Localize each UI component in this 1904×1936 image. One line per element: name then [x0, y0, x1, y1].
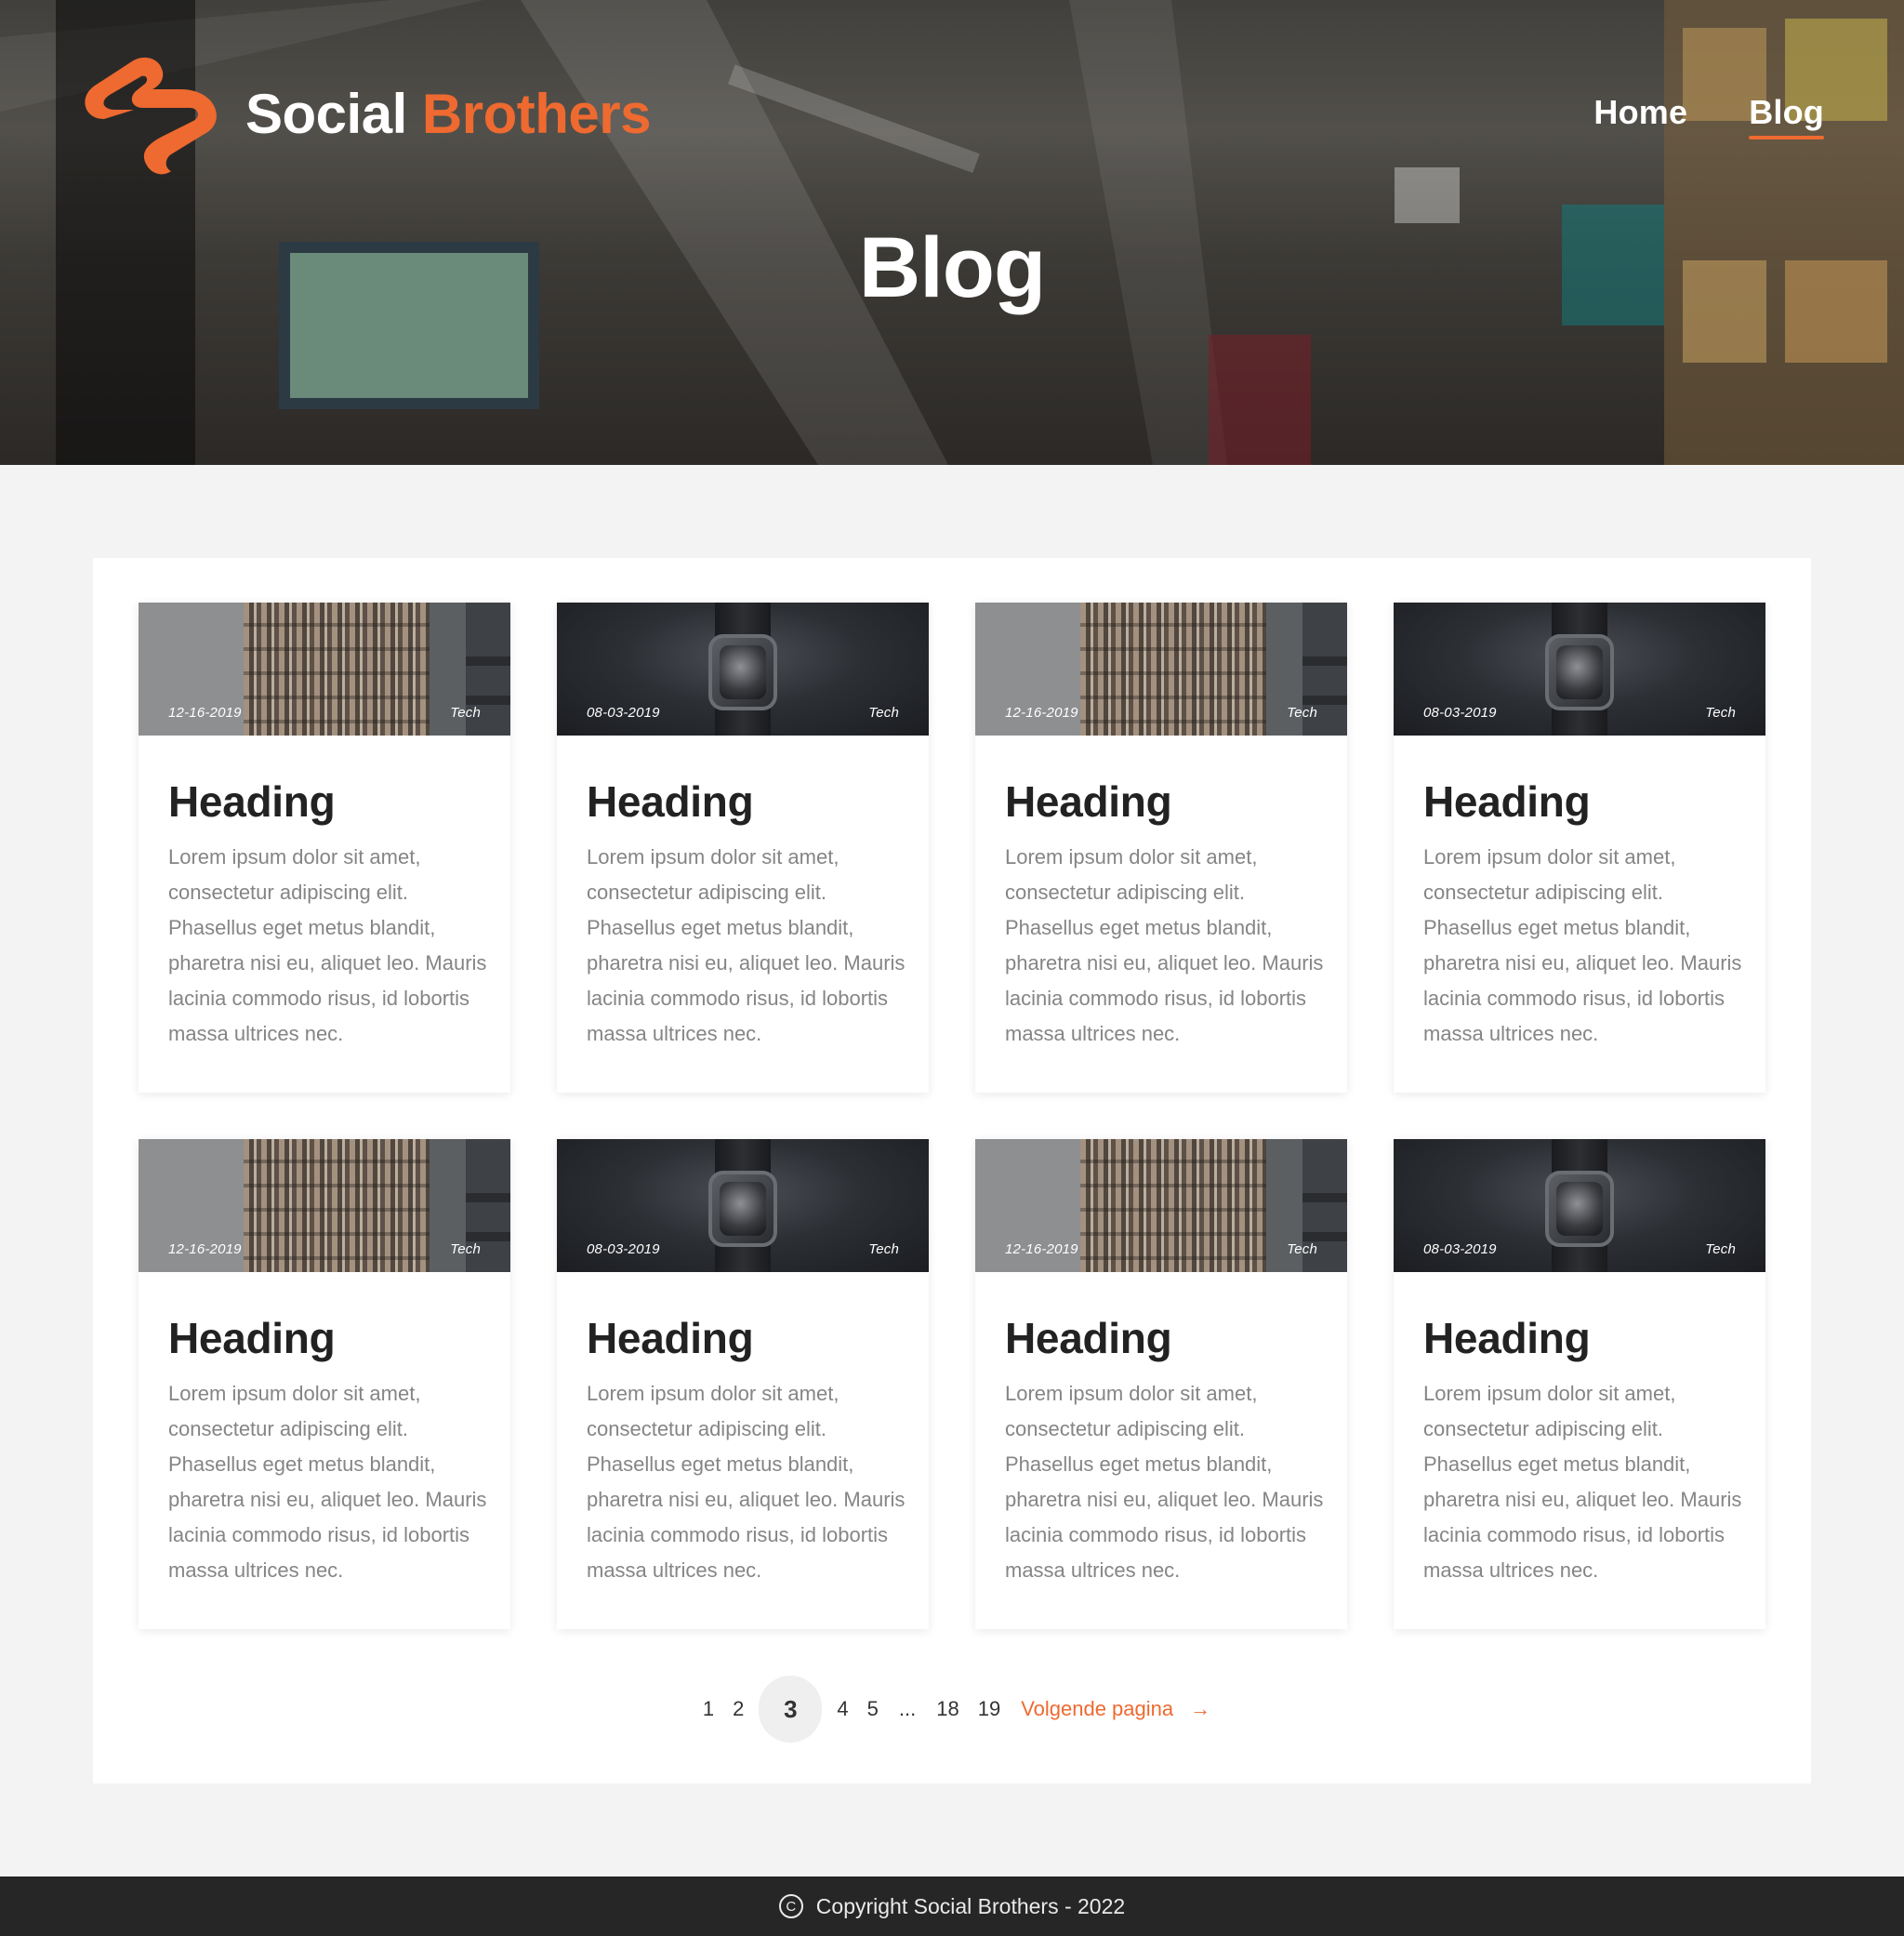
post-excerpt: Lorem ipsum dolor sit amet, consectetur …: [1005, 1382, 1324, 1582]
post-category: Tech: [868, 1241, 899, 1257]
post-card[interactable]: 12-16-2019 Tech Heading Lorem ipsum dolo…: [139, 603, 510, 1093]
post-date: 08-03-2019: [1423, 705, 1497, 721]
post-card[interactable]: 12-16-2019 Tech Heading Lorem ipsum dolo…: [139, 1139, 510, 1629]
post-category: Tech: [1705, 705, 1736, 721]
post-category: Tech: [1287, 1241, 1317, 1257]
post-date: 12-16-2019: [168, 705, 242, 721]
post-date: 12-16-2019: [1005, 1241, 1078, 1257]
post-date: 08-03-2019: [587, 705, 660, 721]
post-category: Tech: [1705, 1241, 1736, 1257]
post-card[interactable]: 08-03-2019 Tech Heading Lorem ipsum dolo…: [1394, 1139, 1765, 1629]
page-link-2[interactable]: 2: [733, 1697, 744, 1721]
post-heading[interactable]: Heading: [1005, 776, 1172, 827]
post-image: 08-03-2019 Tech: [1394, 1139, 1765, 1272]
post-image: 12-16-2019 Tech: [975, 603, 1347, 736]
post-image: 08-03-2019 Tech: [557, 1139, 929, 1272]
post-heading[interactable]: Heading: [1423, 1313, 1591, 1363]
post-card[interactable]: 08-03-2019 Tech Heading Lorem ipsum dolo…: [557, 1139, 929, 1629]
footer: C Copyright Social Brothers - 2022: [0, 1876, 1904, 1936]
post-date: 12-16-2019: [1005, 705, 1078, 721]
page-link-current[interactable]: 3: [759, 1676, 823, 1743]
nav-link-blog[interactable]: Blog: [1749, 93, 1824, 139]
post-category: Tech: [868, 705, 899, 721]
post-category: Tech: [450, 1241, 481, 1257]
page-link-1[interactable]: 1: [703, 1697, 714, 1721]
next-page-link[interactable]: Volgende pagina →: [1021, 1697, 1210, 1721]
post-heading[interactable]: Heading: [168, 776, 336, 827]
copyright-text: Copyright Social Brothers - 2022: [815, 1893, 1126, 1918]
social-brothers-logo-icon: [85, 57, 217, 175]
post-image: 12-16-2019 Tech: [975, 1139, 1347, 1272]
post-date: 12-16-2019: [168, 1241, 242, 1257]
post-heading[interactable]: Heading: [587, 1313, 754, 1363]
post-heading[interactable]: Heading: [1005, 1313, 1172, 1363]
post-heading[interactable]: Heading: [1423, 776, 1591, 827]
post-image: 08-03-2019 Tech: [1394, 603, 1765, 736]
page-link-5[interactable]: 5: [867, 1697, 879, 1721]
brand[interactable]: Social Brothers: [78, 45, 651, 177]
post-card[interactable]: 08-03-2019 Tech Heading Lorem ipsum dolo…: [557, 603, 929, 1093]
copyright-icon: C: [778, 1894, 803, 1918]
post-card[interactable]: 12-16-2019 Tech Heading Lorem ipsum dolo…: [975, 1139, 1347, 1629]
post-card[interactable]: 08-03-2019 Tech Heading Lorem ipsum dolo…: [1394, 603, 1765, 1093]
post-excerpt: Lorem ipsum dolor sit amet, consectetur …: [1423, 1382, 1742, 1582]
next-page-label: Volgende pagina: [1021, 1697, 1174, 1720]
brand-wordmark: Social Brothers: [245, 82, 651, 146]
page-ellipsis: ...: [898, 1697, 917, 1720]
page-link-4[interactable]: 4: [837, 1697, 848, 1721]
brand-word-social: Social: [245, 82, 407, 145]
blog-panel: 12-16-2019 Tech Heading Lorem ipsum dolo…: [93, 558, 1811, 1784]
post-excerpt: Lorem ipsum dolor sit amet, consectetur …: [168, 845, 487, 1045]
post-excerpt: Lorem ipsum dolor sit amet, consectetur …: [1005, 845, 1324, 1045]
arrow-right-icon: →: [1190, 1697, 1211, 1720]
post-date: 08-03-2019: [587, 1241, 660, 1257]
nav-link-home[interactable]: Home: [1593, 93, 1687, 132]
post-excerpt: Lorem ipsum dolor sit amet, consectetur …: [587, 845, 906, 1045]
post-image: 08-03-2019 Tech: [557, 603, 929, 736]
post-excerpt: Lorem ipsum dolor sit amet, consectetur …: [168, 1382, 487, 1582]
post-image: 12-16-2019 Tech: [139, 603, 510, 736]
post-category: Tech: [450, 705, 481, 721]
brand-word-brothers: Brothers: [421, 82, 652, 145]
post-card[interactable]: 12-16-2019 Tech Heading Lorem ipsum dolo…: [975, 603, 1347, 1093]
page-title: Blog: [858, 220, 1046, 315]
page-link-18[interactable]: 18: [936, 1697, 959, 1721]
post-category: Tech: [1287, 705, 1317, 721]
post-date: 08-03-2019: [1423, 1241, 1497, 1257]
pagination: 1 2 3 4 5 ... 18 19 Volgende pagina →: [93, 1676, 1811, 1743]
post-image: 12-16-2019 Tech: [139, 1139, 510, 1272]
post-heading[interactable]: Heading: [168, 1313, 336, 1363]
post-heading[interactable]: Heading: [587, 776, 754, 827]
post-excerpt: Lorem ipsum dolor sit amet, consectetur …: [587, 1382, 906, 1582]
page-link-19[interactable]: 19: [978, 1697, 1000, 1721]
main-nav: Home Blog: [1593, 93, 1824, 139]
post-excerpt: Lorem ipsum dolor sit amet, consectetur …: [1423, 845, 1742, 1045]
hero-header: Social Brothers Home Blog Blog: [0, 0, 1904, 465]
post-grid: 12-16-2019 Tech Heading Lorem ipsum dolo…: [139, 603, 1765, 1629]
